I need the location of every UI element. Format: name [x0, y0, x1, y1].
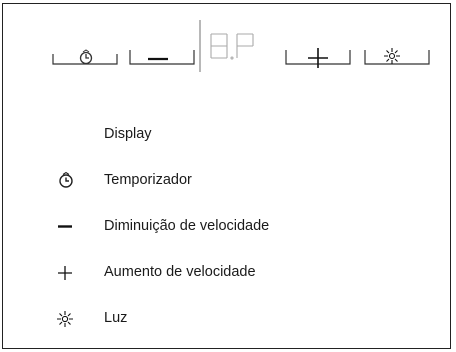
minus-button[interactable]: [129, 50, 195, 65]
light-button[interactable]: [364, 48, 430, 65]
timer-icon: [79, 49, 93, 65]
diagram-frame: Display Temporizador Diminuição de veloc…: [2, 3, 451, 349]
legend-item-light: Luz: [3, 307, 443, 331]
legend-item-timer: Temporizador: [3, 169, 443, 193]
legend-item-increase-speed: Aumento de velocidade: [3, 261, 443, 285]
light-icon: [384, 48, 400, 64]
legend-label-timer: Temporizador: [104, 172, 192, 188]
legend-label-increase-speed: Aumento de velocidade: [104, 264, 256, 280]
timer-icon: [59, 171, 73, 188]
plus-icon: [58, 266, 72, 280]
plus-icon: [308, 48, 328, 68]
display-readout: [210, 33, 254, 60]
legend-label-decrease-speed: Diminuição de velocidade: [104, 218, 270, 234]
legend-item-decrease-speed: Diminuição de velocidade: [3, 215, 443, 239]
control-panel: [3, 4, 452, 94]
plus-button[interactable]: [285, 48, 351, 68]
legend-label-display: Display: [104, 126, 152, 142]
minus-icon: [58, 225, 72, 228]
legend-item-display: Display: [3, 123, 443, 147]
legend-label-light: Luz: [104, 310, 128, 326]
light-icon: [57, 311, 73, 327]
timer-button[interactable]: [52, 49, 118, 65]
